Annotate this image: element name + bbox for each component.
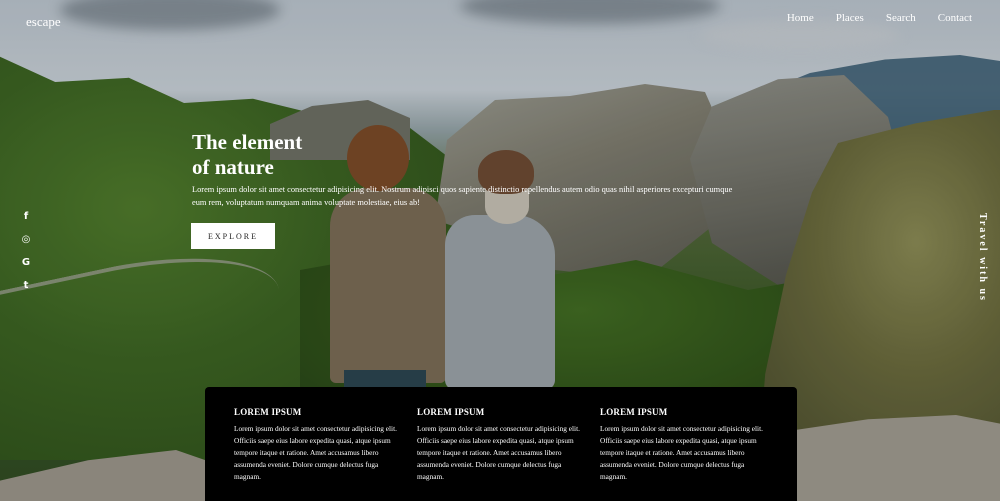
hero-title-line-2: of nature [192, 155, 274, 179]
features-panel: LOREM IPSUM Lorem ipsum dolor sit amet c… [205, 387, 797, 501]
main-nav: Home Places Search Contact [787, 12, 972, 24]
feature-text: Lorem ipsum dolor sit amet consectetur a… [234, 424, 397, 481]
feature-card: LOREM IPSUM Lorem ipsum dolor sit amet c… [600, 407, 770, 483]
hero-title-line-1: The element [192, 130, 303, 154]
feature-title: LOREM IPSUM [234, 407, 302, 417]
explore-button[interactable]: EXPLORE [191, 223, 275, 249]
hero-title: The element of nature [192, 130, 392, 180]
nav-home-link[interactable]: Home [787, 12, 814, 24]
site-logo[interactable]: escape [26, 14, 61, 30]
google-icon[interactable]: G [20, 255, 32, 269]
feature-title: LOREM IPSUM [600, 407, 668, 417]
facebook-icon[interactable]: f [20, 209, 32, 223]
hero-description: Lorem ipsum dolor sit amet consectetur a… [192, 185, 733, 207]
nav-places-link[interactable]: Places [836, 12, 864, 24]
instagram-icon[interactable]: ◎ [20, 232, 32, 246]
side-tagline: Travel with us [977, 213, 988, 302]
feature-card: LOREM IPSUM Lorem ipsum dolor sit amet c… [234, 407, 404, 483]
feature-text: Lorem ipsum dolor sit amet consectetur a… [600, 424, 763, 481]
feature-text: Lorem ipsum dolor sit amet consectetur a… [417, 424, 580, 481]
twitter-icon[interactable]: t [20, 278, 32, 292]
nav-contact-link[interactable]: Contact [938, 12, 972, 24]
social-links: f ◎ G t [20, 209, 32, 292]
feature-card: LOREM IPSUM Lorem ipsum dolor sit amet c… [417, 407, 587, 483]
nav-search-link[interactable]: Search [886, 12, 916, 24]
feature-title: LOREM IPSUM [417, 407, 485, 417]
